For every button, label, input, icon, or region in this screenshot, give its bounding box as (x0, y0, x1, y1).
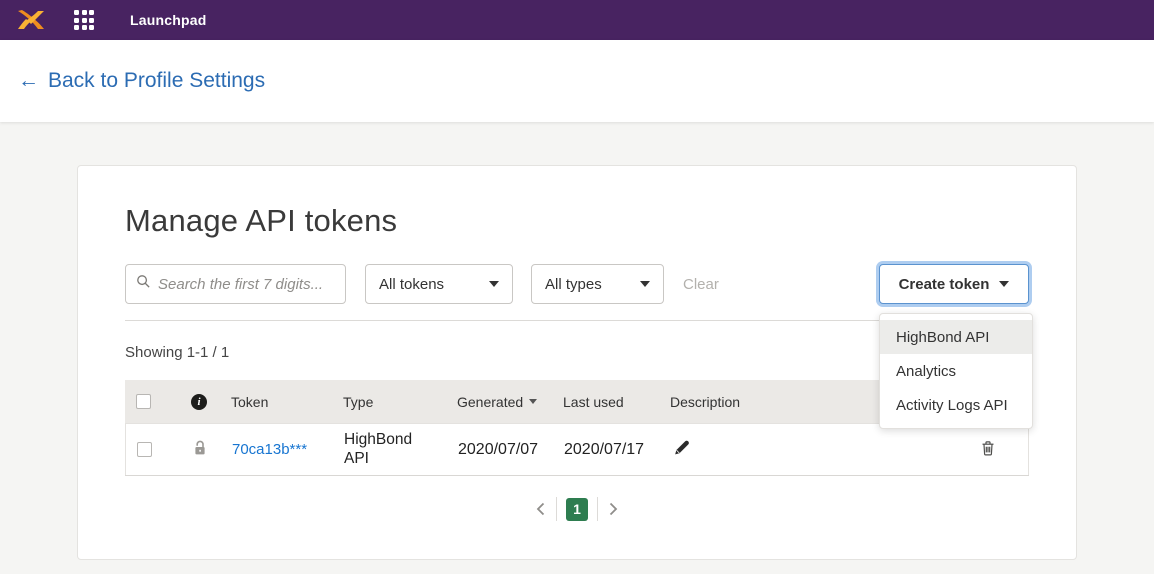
column-header-last-used[interactable]: Last used (563, 394, 670, 410)
menu-item-analytics[interactable]: Analytics (880, 354, 1032, 388)
trash-icon (980, 440, 996, 460)
create-token-menu: HighBond API Analytics Activity Logs API (879, 313, 1033, 429)
chevron-down-icon (489, 281, 499, 287)
unlock-icon (192, 439, 208, 460)
token-search-box (125, 264, 346, 304)
filters-row: All tokens All types Clear Create token … (125, 264, 1029, 304)
table-row: 70ca13b*** HighBond API 2020/07/07 2020/… (125, 423, 1029, 475)
select-all-checkbox[interactable] (136, 394, 151, 409)
delete-token-button[interactable] (978, 438, 998, 462)
row-lock-cell (174, 439, 232, 460)
search-input[interactable] (158, 276, 335, 293)
create-token-dropdown: Create token HighBond API Analytics Acti… (879, 264, 1029, 304)
row-select-cell (126, 442, 174, 457)
chevron-down-icon (640, 281, 650, 287)
column-header-generated[interactable]: Generated (457, 394, 563, 410)
create-token-button[interactable]: Create token (879, 264, 1029, 304)
column-header-token[interactable]: Token (231, 394, 343, 410)
previous-page-button[interactable] (525, 502, 556, 516)
generated-cell: 2020/07/07 (458, 441, 564, 459)
pencil-icon (673, 440, 690, 460)
last-used-cell: 2020/07/17 (564, 441, 671, 459)
description-cell (671, 438, 978, 462)
pagination: 1 (125, 497, 1029, 521)
search-icon (136, 274, 151, 294)
edit-description-button[interactable] (671, 438, 692, 462)
chevron-down-icon (999, 281, 1009, 287)
back-strip: ← Back to Profile Settings (0, 40, 1154, 122)
menu-item-highbond-api[interactable]: HighBond API (880, 320, 1032, 354)
sort-desc-icon (529, 399, 537, 404)
back-arrow-icon: ← (18, 69, 39, 93)
pagination-separator (556, 497, 557, 521)
app-grid-icon[interactable] (72, 8, 96, 32)
type-filter-value: All types (545, 276, 602, 293)
clear-filters-link[interactable]: Clear (683, 276, 719, 293)
token-cell: 70ca13b*** (232, 441, 344, 458)
app-title: Launchpad (130, 12, 206, 28)
column-header-type[interactable]: Type (343, 394, 457, 410)
token-link[interactable]: 70ca13b*** (232, 441, 307, 458)
page-title: Manage API tokens (125, 203, 1029, 239)
type-cell: HighBond API (344, 431, 458, 468)
row-checkbox[interactable] (137, 442, 152, 457)
info-icon[interactable]: i (191, 394, 207, 410)
next-page-button[interactable] (598, 502, 629, 516)
token-filter-select[interactable]: All tokens (365, 264, 513, 304)
back-to-profile-settings-link[interactable]: ← Back to Profile Settings (18, 69, 265, 93)
token-filter-value: All tokens (379, 276, 444, 293)
menu-item-activity-logs-api[interactable]: Activity Logs API (880, 388, 1032, 422)
type-filter-select[interactable]: All types (531, 264, 664, 304)
create-token-label: Create token (899, 276, 990, 293)
header-select-all-cell (125, 394, 173, 409)
galvanize-logo-icon[interactable] (16, 8, 46, 32)
header-info-cell: i (173, 394, 231, 410)
topbar: Launchpad (0, 0, 1154, 40)
current-page-button[interactable]: 1 (566, 498, 588, 521)
back-link-label: Back to Profile Settings (48, 69, 265, 93)
manage-tokens-card: Manage API tokens All tokens All types C… (77, 165, 1077, 560)
actions-cell (978, 438, 1028, 462)
